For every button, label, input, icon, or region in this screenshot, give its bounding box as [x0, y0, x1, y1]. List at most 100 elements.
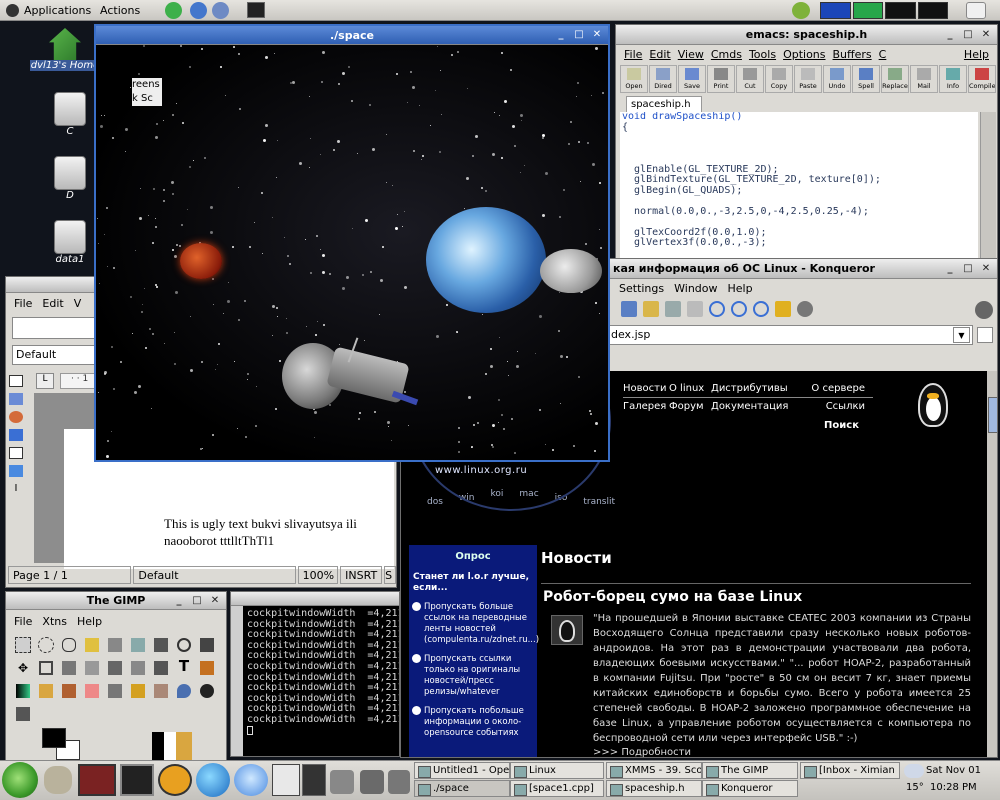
toolbar-dired-button[interactable]: Dired — [649, 65, 677, 93]
menu-c[interactable]: C — [879, 46, 887, 64]
paintbrush-icon[interactable] — [62, 684, 76, 698]
taskbar-button[interactable]: The GIMP — [702, 762, 798, 779]
spellcheck-icon[interactable] — [9, 465, 23, 477]
menu-options[interactable]: Options — [783, 46, 825, 64]
nav-about-linux[interactable]: О linux — [669, 383, 709, 394]
toolbar-mail-button[interactable]: Mail — [910, 65, 938, 93]
nav-links[interactable]: Ссылки — [791, 401, 865, 412]
toolbar-info-button[interactable]: Info — [939, 65, 967, 93]
space-render-area[interactable]: reens k Sc — [96, 45, 608, 460]
emacs-scrollbar[interactable] — [980, 112, 996, 261]
minimize-button[interactable]: _ — [943, 28, 957, 42]
nav-news[interactable]: Новости — [623, 383, 667, 394]
dodge-burn-icon[interactable] — [16, 707, 30, 721]
color-picker-icon[interactable] — [154, 638, 168, 652]
fg-bg-color-swatch[interactable] — [42, 728, 82, 764]
ink-tool-icon[interactable] — [131, 684, 145, 698]
workspace-4[interactable] — [917, 2, 948, 19]
article-title[interactable]: Робот-борец сумо на базе Linux — [543, 589, 802, 605]
smudge-tool-icon[interactable] — [200, 684, 214, 698]
launcher-mixer-icon[interactable] — [360, 770, 384, 794]
menu-file[interactable]: File — [624, 46, 642, 64]
maximize-button[interactable]: □ — [572, 28, 586, 42]
launcher-notes-icon[interactable] — [158, 764, 192, 796]
clone-tool-icon[interactable] — [154, 684, 168, 698]
nav-distros[interactable]: Дистрибутивы — [711, 383, 789, 394]
launcher-mail-icon[interactable] — [212, 2, 229, 19]
maximize-button[interactable]: □ — [961, 262, 975, 276]
crop-tool-icon[interactable] — [39, 661, 53, 675]
menu-window[interactable]: Window — [674, 280, 717, 298]
launcher-globe-icon[interactable] — [190, 2, 207, 19]
taskbar-button[interactable]: XMMS - 39. Sco — [606, 762, 702, 779]
blend-tool-icon[interactable] — [16, 684, 30, 698]
encoding-link-translit[interactable]: translit — [583, 497, 615, 511]
desktop-icon-drive-d[interactable]: D — [50, 156, 90, 206]
navigator-icon[interactable] — [9, 411, 23, 423]
desktop-icon-home[interactable]: dvl13's Home — [30, 28, 100, 78]
notification-icon[interactable] — [792, 2, 810, 19]
measure-tool-icon[interactable] — [200, 638, 214, 652]
maximize-button[interactable]: □ — [961, 28, 975, 42]
flip-tool-icon[interactable] — [85, 661, 99, 675]
konqueror-vscrollbar[interactable] — [987, 371, 997, 757]
magnify-tool-icon[interactable] — [177, 638, 191, 652]
minimize-button[interactable]: _ — [554, 28, 568, 42]
poll-option-1[interactable]: Пропускать больше ссылок на переводные л… — [409, 602, 539, 654]
workspace-3[interactable] — [885, 2, 916, 19]
menu-view[interactable]: View — [678, 46, 704, 64]
folder-icon[interactable] — [643, 301, 659, 317]
launcher-gimp-icon[interactable] — [388, 770, 410, 794]
clock-date[interactable]: Sat Nov 01 — [926, 765, 981, 776]
stop-icon[interactable] — [797, 301, 813, 317]
taskbar-button[interactable]: [space1.cpp] — [510, 780, 604, 797]
status-insert-mode[interactable]: INSRT — [340, 566, 383, 584]
convolve-tool-icon[interactable] — [177, 684, 191, 698]
status-selection[interactable]: S — [384, 566, 396, 584]
foreground-color[interactable] — [42, 728, 66, 748]
actions-menu[interactable]: Actions — [100, 2, 140, 19]
lasso-tool-icon[interactable] — [62, 638, 76, 652]
fuzzy-select-tool-icon[interactable] — [85, 638, 99, 652]
taskbar-button[interactable]: Linux — [510, 762, 604, 779]
toolbar-save-button[interactable]: Save — [678, 65, 706, 93]
close-button[interactable]: ✕ — [208, 594, 222, 608]
menu-help[interactable]: Help — [728, 280, 753, 298]
radio-icon[interactable] — [412, 706, 421, 715]
menu-help[interactable]: Help — [964, 46, 989, 64]
terminal-scrollbar[interactable] — [231, 606, 243, 756]
taskbar-button[interactable]: spaceship.h — [606, 780, 702, 797]
toolbar-copy-button[interactable]: Copy — [765, 65, 793, 93]
menu-tools[interactable]: Tools — [749, 46, 776, 64]
launcher-terminal-icon[interactable] — [247, 2, 265, 18]
pager[interactable] — [302, 764, 326, 796]
scale-tool-icon[interactable] — [154, 661, 168, 675]
launcher-lizard-icon[interactable] — [165, 2, 182, 19]
pencil-icon[interactable] — [9, 429, 23, 441]
launcher-konqueror-icon[interactable] — [234, 764, 268, 796]
paste-icon[interactable] — [687, 301, 703, 317]
status-zoom[interactable]: 100% — [298, 566, 339, 584]
menu-edit[interactable]: Edit — [42, 295, 63, 313]
nav-forum[interactable]: Форум — [669, 401, 709, 412]
document-icon[interactable] — [9, 447, 23, 459]
encoding-link-dos[interactable]: dos — [427, 497, 443, 511]
move-tool-icon[interactable]: ✥ — [16, 661, 30, 675]
brush-pattern-preview[interactable] — [152, 732, 192, 762]
taskbar-button[interactable]: Untitled1 - Open — [414, 762, 510, 779]
eraser-icon[interactable] — [85, 684, 99, 698]
radio-icon[interactable] — [412, 654, 421, 663]
tab-stop-button[interactable]: L — [36, 373, 54, 389]
zoom-out-icon[interactable] — [731, 301, 747, 317]
scissors-tool-icon[interactable] — [108, 638, 122, 652]
toolbar-spell-button[interactable]: Spell — [852, 65, 880, 93]
window-list-icon[interactable] — [966, 2, 986, 19]
bezier-tool-icon[interactable] — [131, 638, 145, 652]
radio-icon[interactable] — [412, 602, 421, 611]
poll-option-2[interactable]: Пропускать ссылки только на оригиналы но… — [409, 654, 537, 706]
gimp-titlebar[interactable]: The GIMP _ □ ✕ — [6, 592, 226, 610]
launcher-music-icon[interactable] — [78, 764, 116, 796]
nav-about-server[interactable]: О сервере — [791, 383, 865, 394]
cursor-icon[interactable]: I — [9, 483, 23, 495]
launcher-clipboard-icon[interactable] — [330, 770, 354, 794]
